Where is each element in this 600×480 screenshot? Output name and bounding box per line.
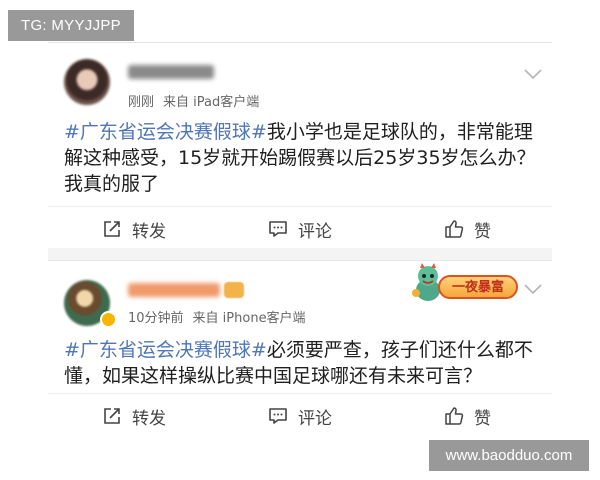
telegram-watermark: TG: MYYJJPP	[8, 10, 134, 41]
comment-icon	[269, 408, 287, 424]
chevron-down-icon[interactable]	[524, 284, 542, 294]
thumbs-up-icon	[445, 407, 464, 425]
comment-icon	[269, 221, 287, 237]
comment-label: 评论	[298, 221, 332, 242]
username-blurred[interactable]	[128, 283, 220, 297]
repost-icon	[104, 221, 120, 237]
sticker-label: 一夜暴富	[438, 275, 518, 299]
hashtag-link[interactable]: #广东省运会决赛假球#	[64, 121, 267, 143]
avatar[interactable]	[64, 59, 110, 105]
post-meta: 10分钟前 来自 iPhone客户端	[128, 307, 306, 326]
repost-label: 转发	[132, 408, 166, 429]
weibo-post: 一夜暴富 10分钟前 来自 iPhone客户端 #广东省运会决赛假球#必须要严查，…	[48, 260, 552, 439]
site-watermark: www.baodduo.com	[429, 440, 589, 471]
chevron-down-icon[interactable]	[524, 69, 542, 79]
post-separator	[48, 248, 552, 260]
repost-label: 转发	[132, 221, 166, 242]
vip-crown-icon	[224, 282, 244, 298]
username-blurred[interactable]	[128, 65, 214, 79]
post-source: 来自 iPad客户端	[163, 95, 260, 110]
post-source: 来自 iPhone客户端	[192, 311, 306, 326]
hashtag-link[interactable]: #广东省运会决赛假球#	[64, 339, 267, 361]
screenshot-canvas: 刚刚 来自 iPad客户端 #广东省运会决赛假球#我小学也是足球队的，非常能理解这…	[0, 0, 600, 480]
like-button[interactable]: 赞	[444, 207, 491, 251]
weibo-post: 刚刚 来自 iPad客户端 #广东省运会决赛假球#我小学也是足球队的，非常能理解这…	[48, 42, 552, 249]
post-time: 刚刚	[128, 95, 155, 110]
verified-badge-icon	[100, 311, 117, 328]
comment-button[interactable]: 评论	[268, 207, 332, 251]
like-label: 赞	[474, 221, 491, 242]
post-time: 10分钟前	[128, 311, 184, 326]
repost-icon	[104, 408, 120, 424]
repost-button[interactable]: 转发	[102, 207, 166, 251]
action-bar: 转发 评论 赞	[48, 206, 552, 251]
post-meta: 刚刚 来自 iPad客户端	[128, 91, 259, 110]
comment-label: 评论	[298, 408, 332, 429]
thumbs-up-icon	[445, 220, 464, 238]
like-button[interactable]: 赞	[444, 394, 491, 438]
post-text: #广东省运会决赛假球#我小学也是足球队的，非常能理解这种感受，15岁就开始踢假赛…	[64, 119, 548, 197]
post-text: #广东省运会决赛假球#必须要严查，孩子们还什么都不懂，如果这样操纵比赛中国足球哪…	[64, 337, 548, 389]
repost-button[interactable]: 转发	[102, 394, 166, 438]
comment-button[interactable]: 评论	[268, 394, 332, 438]
action-bar: 转发 评论 赞	[48, 393, 552, 438]
sticker-card[interactable]: 一夜暴富	[412, 263, 522, 305]
like-label: 赞	[474, 408, 491, 429]
